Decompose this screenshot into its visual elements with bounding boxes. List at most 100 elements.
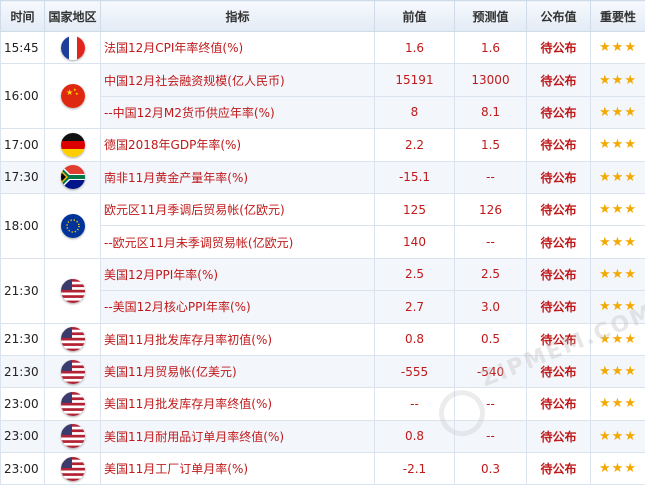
- forecast-value: --: [455, 161, 527, 193]
- time-cell: 17:00: [1, 129, 45, 161]
- prev-value: 0.8: [375, 420, 455, 452]
- indicator-link[interactable]: --美国12月核心PPI年率(%): [101, 291, 375, 323]
- indicator-link[interactable]: 欧元区11月季调后贸易帐(亿欧元): [101, 193, 375, 225]
- indicator-link[interactable]: 德国2018年GDP年率(%): [101, 129, 375, 161]
- published-value: 待公布: [527, 453, 591, 485]
- prev-value: 125: [375, 193, 455, 225]
- header-forecast[interactable]: 预测值: [455, 1, 527, 32]
- usa-flag-icon: [61, 279, 85, 303]
- published-value: 待公布: [527, 258, 591, 290]
- indicator-link[interactable]: 美国11月耐用品订单月率终值(%): [101, 420, 375, 452]
- prev-value: 2.7: [375, 291, 455, 323]
- indicator-link[interactable]: 美国11月贸易帐(亿美元): [101, 355, 375, 387]
- forecast-value: 1.5: [455, 129, 527, 161]
- prev-value: 2.2: [375, 129, 455, 161]
- importance-stars: ★★★: [591, 32, 645, 64]
- time-cell: 15:45: [1, 32, 45, 64]
- importance-stars: ★★★: [591, 388, 645, 420]
- table-row[interactable]: 18:00 欧元区11月季调后贸易帐(亿欧元) 125 126 待公布 ★★★: [1, 193, 645, 225]
- published-value: 待公布: [527, 388, 591, 420]
- header-importance[interactable]: 重要性: [591, 1, 645, 32]
- forecast-value: --: [455, 388, 527, 420]
- forecast-value: -540: [455, 355, 527, 387]
- time-cell: 16:00: [1, 64, 45, 129]
- header-region[interactable]: 国家地区: [45, 1, 101, 32]
- table-row[interactable]: 21:30 美国11月贸易帐(亿美元) -555 -540 待公布 ★★★: [1, 355, 645, 387]
- prev-value: 1.6: [375, 32, 455, 64]
- header-prev[interactable]: 前值: [375, 1, 455, 32]
- forecast-value: 13000: [455, 64, 527, 96]
- time-cell: 23:00: [1, 453, 45, 485]
- forecast-value: 1.6: [455, 32, 527, 64]
- prev-value: -15.1: [375, 161, 455, 193]
- importance-stars: ★★★: [591, 323, 645, 355]
- indicator-link[interactable]: 美国11月批发库存月率初值(%): [101, 323, 375, 355]
- indicator-link[interactable]: 南非11月黄金产量年率(%): [101, 161, 375, 193]
- indicator-link[interactable]: 美国11月工厂订单月率(%): [101, 453, 375, 485]
- table-row[interactable]: 15:45 法国12月CPI年率终值(%) 1.6 1.6 待公布 ★★★: [1, 32, 645, 64]
- indicator-link[interactable]: 法国12月CPI年率终值(%): [101, 32, 375, 64]
- importance-stars: ★★★: [591, 64, 645, 96]
- prev-value: --: [375, 388, 455, 420]
- time-cell: 21:30: [1, 355, 45, 387]
- indicator-link[interactable]: 中国12月社会融资规模(亿人民币): [101, 64, 375, 96]
- published-value: 待公布: [527, 96, 591, 128]
- published-value: 待公布: [527, 129, 591, 161]
- indicator-link[interactable]: 美国12月PPI年率(%): [101, 258, 375, 290]
- importance-stars: ★★★: [591, 96, 645, 128]
- usa-flag-icon: [61, 457, 85, 481]
- forecast-value: 126: [455, 193, 527, 225]
- forecast-value: 0.5: [455, 323, 527, 355]
- usa-flag-icon: [61, 360, 85, 384]
- published-value: 待公布: [527, 32, 591, 64]
- table-header-row: 时间 国家地区 指标 前值 预测值 公布值 重要性: [1, 1, 645, 32]
- prev-value: -2.1: [375, 453, 455, 485]
- published-value: 待公布: [527, 226, 591, 258]
- table-row[interactable]: 17:00 德国2018年GDP年率(%) 2.2 1.5 待公布 ★★★: [1, 129, 645, 161]
- importance-stars: ★★★: [591, 420, 645, 452]
- forecast-value: 3.0: [455, 291, 527, 323]
- prev-value: 0.8: [375, 323, 455, 355]
- usa-flag-icon: [61, 327, 85, 351]
- prev-value: 2.5: [375, 258, 455, 290]
- importance-stars: ★★★: [591, 291, 645, 323]
- importance-stars: ★★★: [591, 258, 645, 290]
- published-value: 待公布: [527, 161, 591, 193]
- published-value: 待公布: [527, 291, 591, 323]
- usa-flag-icon: [61, 392, 85, 416]
- table-row[interactable]: 23:00 美国11月工厂订单月率(%) -2.1 0.3 待公布 ★★★: [1, 453, 645, 485]
- importance-stars: ★★★: [591, 129, 645, 161]
- table-row[interactable]: 17:30 南非11月黄金产量年率(%) -15.1 -- 待公布 ★★★: [1, 161, 645, 193]
- france-flag-icon: [61, 36, 85, 60]
- published-value: 待公布: [527, 420, 591, 452]
- table-row[interactable]: 16:00 ★★★ 中国12月社会融资规模(亿人民币) 15191 13000 …: [1, 64, 645, 96]
- table-row[interactable]: 21:30 美国11月批发库存月率初值(%) 0.8 0.5 待公布 ★★★: [1, 323, 645, 355]
- economic-calendar-table: 时间 国家地区 指标 前值 预测值 公布值 重要性 15:45 法国12月CPI…: [0, 0, 645, 485]
- svg-text:★: ★: [75, 91, 79, 96]
- indicator-link[interactable]: --欧元区11月未季调贸易帐(亿欧元): [101, 226, 375, 258]
- time-cell: 18:00: [1, 193, 45, 258]
- header-time[interactable]: 时间: [1, 1, 45, 32]
- table-row[interactable]: 23:00 美国11月批发库存月率终值(%) -- -- 待公布 ★★★: [1, 388, 645, 420]
- prev-value: -555: [375, 355, 455, 387]
- table-row[interactable]: 23:00 美国11月耐用品订单月率终值(%) 0.8 -- 待公布 ★★★: [1, 420, 645, 452]
- header-published[interactable]: 公布值: [527, 1, 591, 32]
- published-value: 待公布: [527, 64, 591, 96]
- forecast-value: --: [455, 226, 527, 258]
- china-flag-icon: ★★★: [61, 84, 85, 108]
- importance-stars: ★★★: [591, 355, 645, 387]
- usa-flag-icon: [61, 424, 85, 448]
- time-cell: 23:00: [1, 420, 45, 452]
- header-indicator[interactable]: 指标: [101, 1, 375, 32]
- germany-flag-icon: [61, 133, 85, 157]
- prev-value: 15191: [375, 64, 455, 96]
- published-value: 待公布: [527, 355, 591, 387]
- south-africa-flag-icon: [61, 165, 85, 189]
- forecast-value: 8.1: [455, 96, 527, 128]
- forecast-value: 2.5: [455, 258, 527, 290]
- prev-value: 8: [375, 96, 455, 128]
- table-row[interactable]: 21:30 美国12月PPI年率(%) 2.5 2.5 待公布 ★★★: [1, 258, 645, 290]
- indicator-link[interactable]: 美国11月批发库存月率终值(%): [101, 388, 375, 420]
- time-cell: 21:30: [1, 258, 45, 323]
- indicator-link[interactable]: --中国12月M2货币供应年率(%): [101, 96, 375, 128]
